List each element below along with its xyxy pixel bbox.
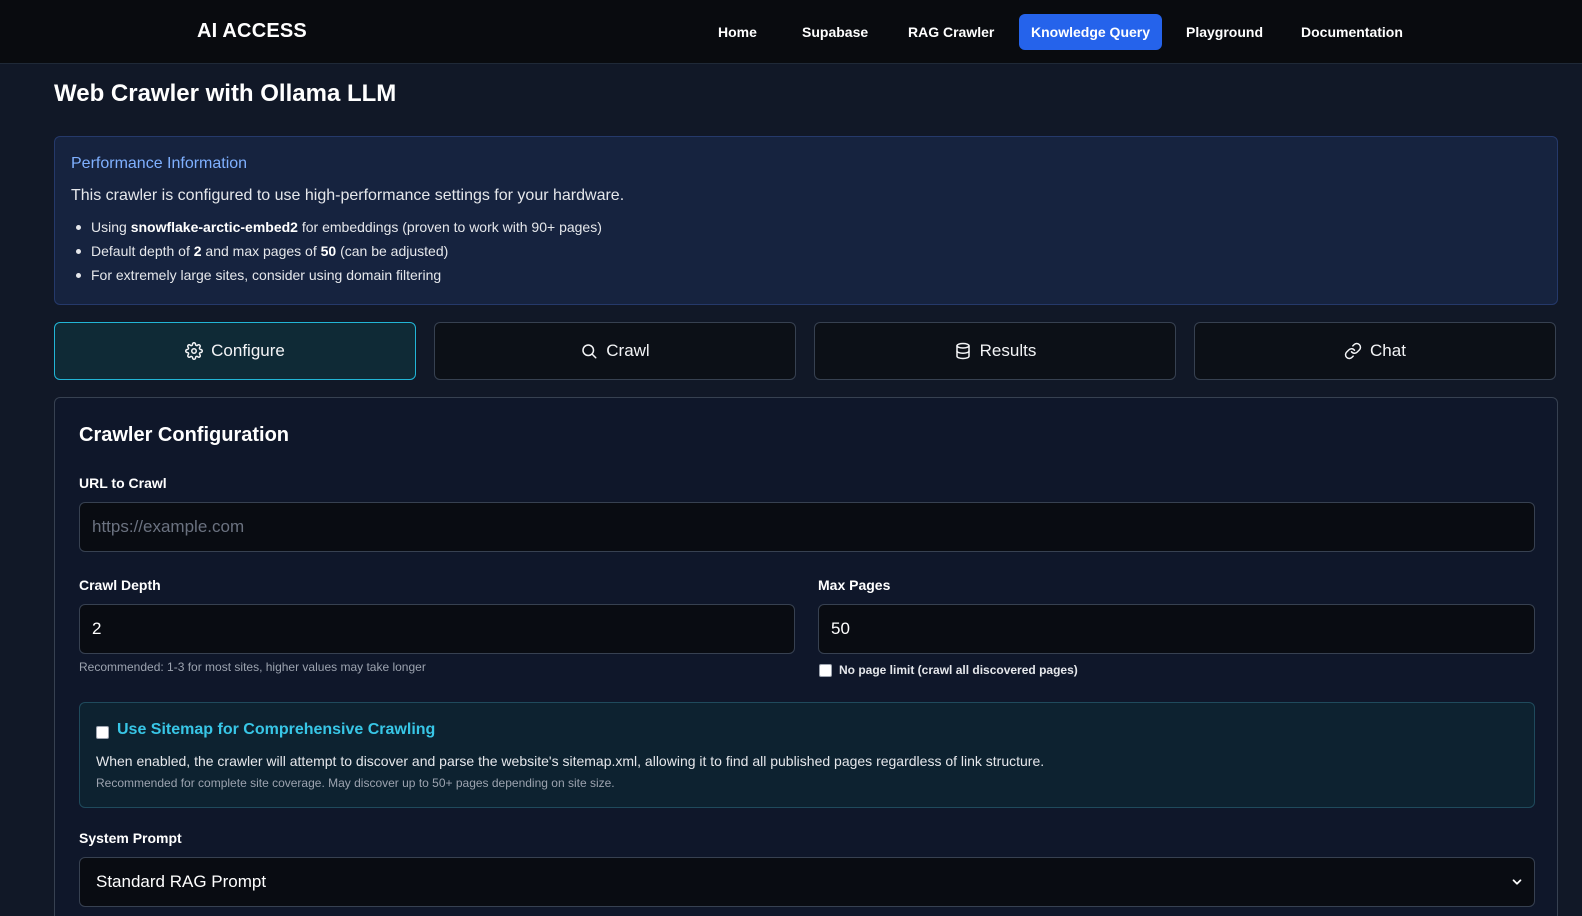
nav-documentation[interactable]: Documentation [1289,14,1415,50]
sitemap-description: When enabled, the crawler will attempt t… [96,753,1045,769]
nav-supabase[interactable]: Supabase [790,14,880,50]
info-item: Using snowflake-arctic-embed2 for embedd… [71,217,602,241]
sitemap-checkbox[interactable] [96,726,109,739]
crawl-depth-input[interactable] [79,604,795,654]
tab-label: Chat [1370,341,1406,360]
nav-home[interactable]: Home [706,14,769,50]
sitemap-option-box: Use Sitemap for Comprehensive Crawling W… [79,702,1535,808]
tab-label: Crawl [606,341,650,360]
tab-results[interactable]: Results [814,322,1176,380]
tab-chat[interactable]: Chat [1194,322,1556,380]
search-icon [582,344,597,359]
tab-label: Results [979,341,1037,360]
link-icon [1344,342,1362,360]
database-icon [955,342,970,360]
tab-configure[interactable]: Configure [54,322,416,380]
url-label: URL to Crawl [79,475,167,491]
url-input[interactable] [79,502,1535,552]
nav-knowledge-query[interactable]: Knowledge Query [1019,14,1163,50]
crawl-depth-hint: Recommended: 1-3 for most sites, higher … [79,660,426,674]
page-title: Web Crawler with Ollama LLM [54,80,397,107]
gear-icon [185,342,204,360]
max-pages-label: Max Pages [818,577,891,593]
sitemap-title[interactable]: Use Sitemap for Comprehensive Crawling [117,721,435,739]
nav-playground[interactable]: Playground [1174,14,1275,50]
info-list: Using snowflake-arctic-embed2 for embedd… [71,217,602,289]
tab-crawl[interactable]: Crawl [434,322,796,380]
info-item: Default depth of 2 and max pages of 50 (… [71,241,602,265]
panel-title: Crawler Configuration [79,424,290,446]
system-prompt-select[interactable]: Standard RAG Prompt [79,857,1535,907]
info-text: This crawler is configured to use high-p… [71,187,625,204]
chevron-down-icon [1512,879,1522,885]
sitemap-hint: Recommended for complete site coverage. … [96,776,615,790]
info-title: Performance Information [71,155,248,172]
nav-rag-crawler[interactable]: RAG Crawler [896,14,1006,50]
top-navbar: AI ACCESS Home Supabase RAG Crawler Know… [0,0,1582,64]
no-page-limit-checkbox[interactable] [819,664,832,677]
performance-info-box: Performance Information This crawler is … [54,136,1558,305]
info-item: For extremely large sites, consider usin… [71,265,602,289]
crawl-depth-label: Crawl Depth [79,577,161,593]
system-prompt-value: Standard RAG Prompt [96,872,267,891]
main-nav: Home Supabase RAG Crawler Knowledge Quer… [0,14,1582,50]
tab-label: Configure [211,341,285,360]
system-prompt-label: System Prompt [79,830,182,846]
no-page-limit-label[interactable]: No page limit (crawl all discovered page… [839,663,1078,677]
crawler-config-panel: Crawler Configuration URL to Crawl Crawl… [54,397,1558,916]
max-pages-input[interactable] [818,604,1535,654]
